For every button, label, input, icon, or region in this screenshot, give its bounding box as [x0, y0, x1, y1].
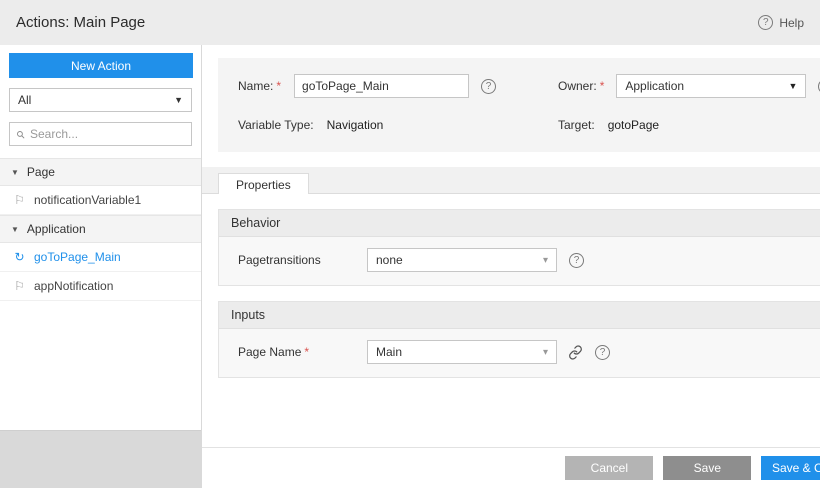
header-bar: Actions: Main Page ? Help [0, 0, 820, 45]
tree-item-notificationVariable1[interactable]: ⚐ notificationVariable1 [0, 186, 201, 215]
bind-link-icon[interactable] [568, 344, 583, 360]
notification-variable-icon: ⚐ [14, 193, 25, 207]
actions-editor-window: Actions: Main Page ? Help New Action All… [0, 0, 820, 488]
search-icon [17, 130, 25, 138]
behavior-section-header: Behavior ? [219, 210, 820, 237]
inputs-section: Inputs ? Page Name * Main ▾ [218, 301, 820, 378]
owner-select[interactable]: Application ▼ [616, 74, 807, 98]
pagetransitions-select-value: none [376, 253, 403, 267]
search-input[interactable] [30, 127, 185, 141]
required-marker: * [599, 79, 605, 93]
target-value: gotoPage [607, 118, 660, 132]
owner-label: Owner: [558, 79, 597, 93]
pagetransitions-help-icon[interactable]: ? [569, 252, 584, 268]
tree-group-application[interactable]: ▼ Application [0, 215, 201, 243]
tree-item-label: goToPage_Main [34, 250, 121, 264]
tab-properties[interactable]: Properties [218, 173, 309, 194]
footer-bar: Cancel Save Save & Close [202, 447, 820, 488]
page-name-help-icon[interactable]: ? [595, 344, 610, 360]
page-name-select-value: Main [376, 345, 403, 359]
page-name-label: Page Name * [238, 345, 367, 359]
tree-item-appNotification[interactable]: ⚐ appNotification [0, 272, 201, 301]
target-label: Target: [558, 118, 595, 132]
actions-tree: ▼ Page ⚐ notificationVariable1 ▼ Applica… [0, 158, 201, 301]
page-name-select[interactable]: Main ▾ [367, 340, 557, 364]
chevron-down-icon: ▾ [542, 254, 548, 266]
help-circle-icon: ? [758, 15, 774, 30]
required-marker: * [304, 345, 310, 359]
tree-group-label: Page [26, 165, 55, 179]
tree-item-label: notificationVariable1 [34, 193, 142, 207]
action-summary-panel: Name: * ? Owner: * Application ▼ ? [218, 58, 820, 152]
sidebar-bottom-spacer [0, 430, 201, 488]
tree-item-label: appNotification [34, 279, 114, 293]
owner-select-value: Application [625, 79, 685, 93]
search-box [9, 122, 192, 146]
name-label: Name: [238, 79, 274, 93]
name-help-icon[interactable]: ? [481, 78, 497, 94]
cancel-button[interactable]: Cancel [565, 456, 654, 480]
notification-variable-icon: ⚐ [14, 279, 25, 293]
caret-down-icon: ▼ [174, 95, 183, 105]
inputs-section-title: Inputs [231, 308, 266, 322]
pagetransitions-label: Pagetransitions [238, 253, 321, 267]
new-action-button[interactable]: New Action [9, 53, 193, 78]
tree-group-label: Application [26, 222, 86, 236]
behavior-section-body: Pagetransitions none ▾ ? [219, 237, 820, 285]
help-button[interactable]: ? Help [758, 15, 804, 30]
tree-item-goToPage_Main[interactable]: ↻ goToPage_Main [0, 243, 201, 272]
save-and-close-button[interactable]: Save & Close [761, 456, 820, 480]
page-name-label-text: Page Name [238, 345, 302, 359]
collapse-triangle-icon: ▼ [11, 167, 19, 177]
behavior-section-title: Behavior [231, 216, 281, 230]
required-marker: * [276, 79, 282, 93]
inputs-section-header: Inputs ? [219, 302, 820, 329]
variable-type-value: Navigation [326, 118, 384, 132]
name-input[interactable] [294, 74, 470, 98]
inputs-section-body: Page Name * Main ▾ ? [219, 329, 820, 377]
variable-type-label: Variable Type: [238, 118, 314, 132]
behavior-section: Behavior ? Pagetransitions none ▾ ? [218, 209, 820, 286]
action-detail-panel: Name: * ? Owner: * Application ▼ ? [202, 45, 820, 488]
caret-down-icon: ▼ [788, 81, 798, 91]
help-label: Help [779, 15, 804, 30]
filter-dropdown[interactable]: All ▼ [9, 88, 192, 112]
pagetransitions-select[interactable]: none ▾ [367, 248, 557, 272]
filter-dropdown-value: All [18, 93, 32, 107]
page-title: Actions: Main Page [16, 14, 146, 31]
collapse-triangle-icon: ▼ [11, 224, 19, 234]
tree-group-page[interactable]: ▼ Page [0, 158, 201, 186]
goto-page-action-icon: ↻ [14, 250, 25, 264]
tab-strip: Properties [202, 167, 820, 194]
save-button[interactable]: Save [663, 456, 752, 480]
actions-sidebar: New Action All ▼ ▼ Page ⚐ notificationVa… [0, 45, 202, 488]
chevron-down-icon: ▾ [542, 346, 548, 358]
